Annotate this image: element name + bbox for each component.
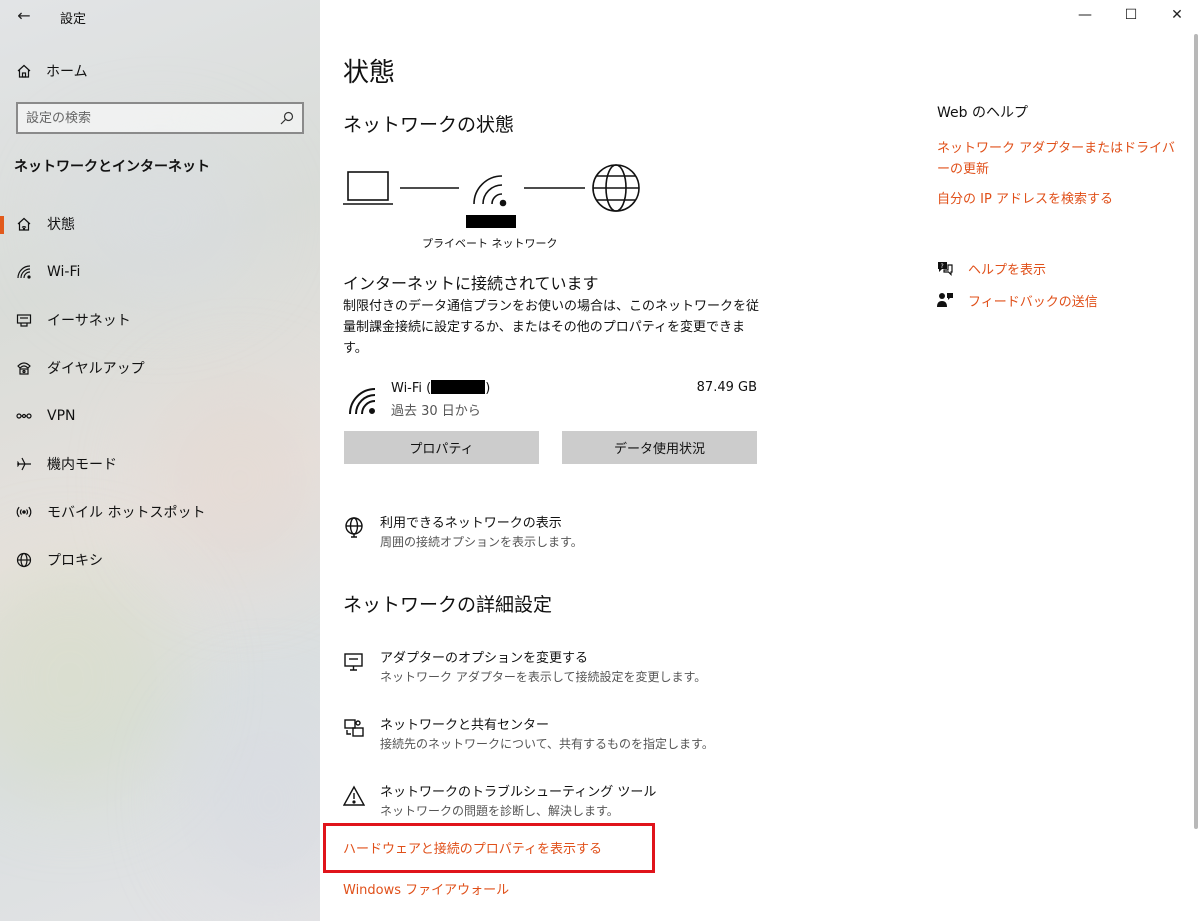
search-input[interactable]	[26, 110, 280, 126]
adapter-monitor-icon	[343, 651, 367, 675]
redacted-ssid	[431, 380, 486, 394]
show-available-networks-link[interactable]: 利用できるネットワークの表示 周囲の接続オプションを表示します。	[343, 512, 763, 556]
send-feedback-link[interactable]: フィードバックの送信	[936, 289, 1098, 311]
home-icon	[17, 64, 31, 78]
back-arrow-icon[interactable]: ←	[12, 4, 36, 28]
sidebar-item-ethernet[interactable]: イーサネット	[0, 300, 320, 340]
sidebar-item-label: モバイル ホットスポット	[47, 505, 206, 521]
help-chat-icon: ?	[938, 262, 953, 276]
highlight-box	[323, 823, 655, 873]
find-ip-address-link[interactable]: 自分の IP アドレスを検索する	[937, 189, 1187, 210]
network-status-heading: ネットワークの状態	[343, 114, 515, 136]
get-help-label: ヘルプを表示	[968, 262, 1047, 278]
window-controls: — ☐ ✕	[1062, 0, 1200, 30]
globe-icon	[15, 551, 33, 569]
link-subtitle: 周囲の接続オプションを表示します。	[380, 535, 583, 549]
connection-status: インターネットに接続されています	[343, 274, 599, 293]
sidebar-item-label: 機内モード	[47, 457, 117, 473]
wifi-data-usage: 87.49 GB	[696, 380, 757, 395]
link-title: 利用できるネットワークの表示	[380, 516, 562, 531]
change-adapter-options-link[interactable]: アダプターのオプションを変更する ネットワーク アダプターを表示して接続設定を変…	[343, 647, 763, 691]
search-icon[interactable]	[280, 111, 294, 125]
dialup-icon	[15, 359, 33, 377]
home-nav-item[interactable]: ホーム	[16, 60, 88, 82]
globe-icon	[592, 164, 640, 212]
network-sharing-center-link[interactable]: ネットワークと共有センター 接続先のネットワークについて、共有するものを指定しま…	[343, 714, 763, 758]
app-title: 設定	[60, 12, 87, 27]
sidebar: ← 設定 ホーム ネットワークとインターネット 状態 Wi-Fi	[0, 0, 320, 921]
link-title: ネットワークと共有センター	[380, 718, 550, 733]
settings-search-box[interactable]	[16, 102, 304, 134]
ethernet-icon	[15, 311, 33, 329]
advanced-settings-heading: ネットワークの詳細設定	[343, 594, 553, 616]
wifi-usage-period: 過去 30 日から	[391, 404, 481, 419]
link-subtitle: ネットワーク アダプターを表示して接続設定を変更します。	[380, 670, 707, 684]
laptop-icon	[343, 171, 393, 205]
data-usage-button[interactable]: データ使用状況	[562, 431, 757, 464]
sharing-center-icon	[343, 718, 367, 742]
sidebar-item-mobile-hotspot[interactable]: モバイル ホットスポット	[0, 492, 320, 532]
airplane-icon	[15, 455, 33, 473]
minimize-button[interactable]: —	[1062, 0, 1108, 30]
redacted-network-name	[466, 215, 516, 228]
warning-icon	[342, 785, 367, 809]
sidebar-item-dialup[interactable]: ダイヤルアップ	[0, 348, 320, 388]
get-help-link[interactable]: ? ヘルプを表示	[936, 257, 1046, 279]
wifi-router-icon	[473, 175, 507, 207]
home-label: ホーム	[46, 64, 88, 80]
sidebar-item-status[interactable]: 状態	[0, 204, 320, 244]
page-title: 状態	[343, 58, 396, 88]
selection-indicator	[0, 216, 4, 234]
link-title: ネットワークのトラブルシューティング ツール	[380, 785, 657, 800]
vpn-icon	[15, 407, 33, 425]
hotspot-icon	[15, 503, 33, 521]
network-troubleshooter-link[interactable]: ネットワークのトラブルシューティング ツール ネットワークの問題を診断し、解決し…	[342, 781, 763, 825]
sidebar-item-vpn[interactable]: VPN	[0, 396, 320, 436]
windows-firewall-link[interactable]: Windows ファイアウォール	[343, 879, 509, 898]
link-subtitle: ネットワークの問題を診断し、解決します。	[380, 804, 619, 818]
section-title: ネットワークとインターネット	[14, 159, 210, 175]
link-title: アダプターのオプションを変更する	[380, 651, 589, 666]
wifi-icon	[15, 263, 33, 281]
sidebar-item-wifi[interactable]: Wi-Fi	[0, 252, 320, 292]
feedback-person-icon	[937, 293, 953, 307]
connection-description: 制限付きのデータ通信プランをお使いの場合は、このネットワークを従量制課金接続に設…	[343, 299, 760, 356]
sidebar-item-label: 状態	[47, 217, 75, 233]
sidebar-item-label: ダイヤルアップ	[47, 361, 145, 377]
maximize-button[interactable]: ☐	[1108, 0, 1154, 30]
sidebar-item-label: イーサネット	[47, 313, 131, 329]
close-button[interactable]: ✕	[1154, 0, 1200, 30]
svg-text:?: ?	[941, 263, 944, 270]
properties-button[interactable]: プロパティ	[344, 431, 539, 464]
wifi-name: Wi-Fi ()	[391, 380, 491, 396]
sidebar-item-proxy[interactable]: プロキシ	[0, 540, 320, 580]
link-subtitle: 接続先のネットワークについて、共有するものを指定します。	[380, 737, 714, 751]
wifi-icon	[349, 388, 376, 415]
web-help-title: Web のヘルプ	[937, 105, 1028, 121]
network-type-label: プライベート ネットワーク	[422, 237, 558, 250]
sidebar-item-label: Wi-Fi	[47, 264, 81, 280]
sidebar-item-label: プロキシ	[47, 553, 103, 569]
globe-network-icon	[343, 516, 367, 540]
wifi-connection-row: Wi-Fi () 87.49 GB 過去 30 日から	[343, 376, 757, 422]
scrollbar[interactable]	[1194, 34, 1198, 829]
sidebar-item-airplane-mode[interactable]: 機内モード	[0, 444, 320, 484]
update-adapter-driver-link[interactable]: ネットワーク アダプターまたはドライバーの更新	[937, 138, 1187, 180]
sidebar-item-label: VPN	[47, 408, 76, 424]
home-network-icon	[15, 215, 33, 233]
send-feedback-label: フィードバックの送信	[968, 294, 1098, 310]
